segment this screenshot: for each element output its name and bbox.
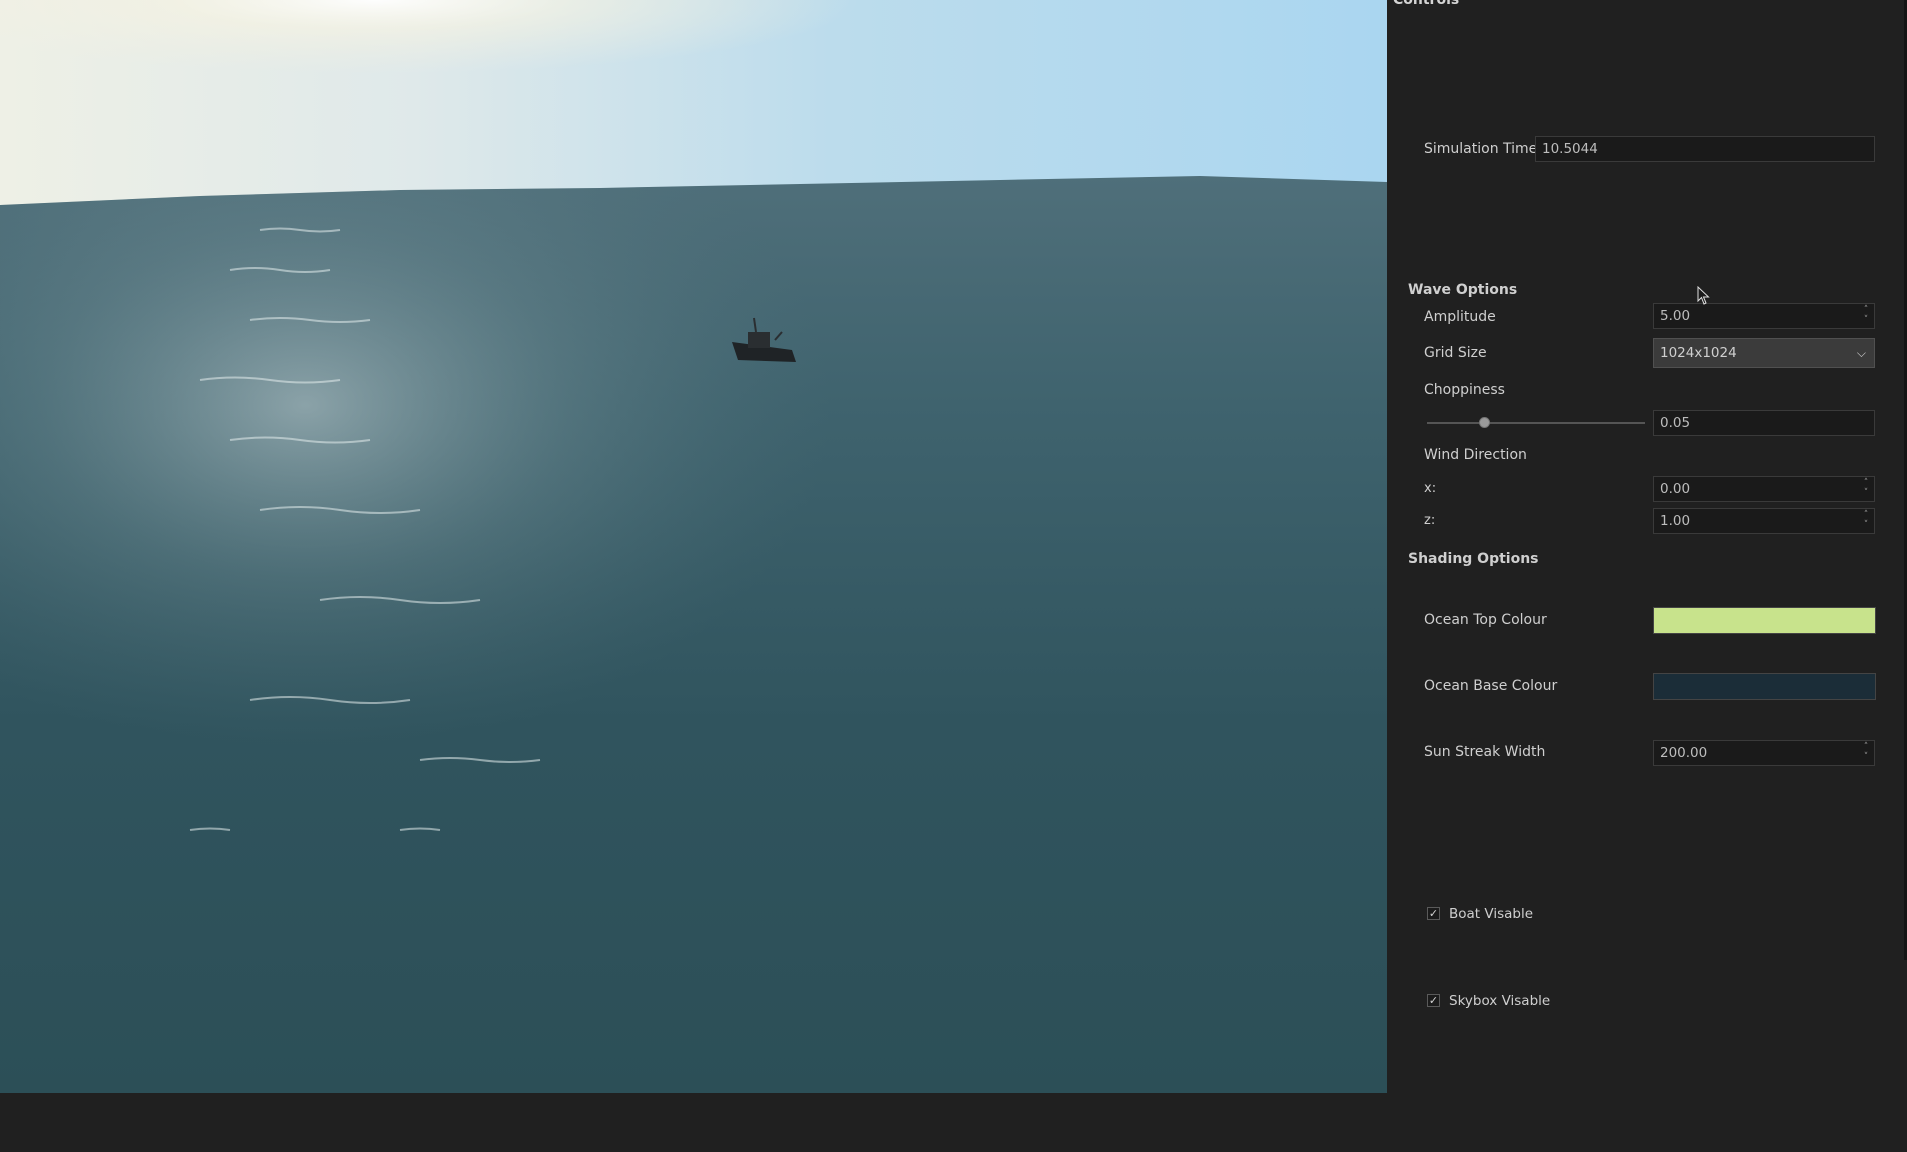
ocean-scene[interactable] xyxy=(0,0,1387,1093)
spin-down-icon[interactable]: ˅ xyxy=(1860,752,1872,762)
spin-up-icon[interactable]: ˄ xyxy=(1860,742,1872,752)
boat-visible-checkbox[interactable]: ✓ xyxy=(1427,907,1440,920)
ocean-top-colour-label: Ocean Top Colour xyxy=(1424,612,1547,628)
simulation-time-label: Simulation Time xyxy=(1424,141,1538,157)
boat-visible-label[interactable]: Boat Visable xyxy=(1449,906,1533,922)
ocean-base-colour-label: Ocean Base Colour xyxy=(1424,678,1558,694)
ocean-base-colour-swatch[interactable] xyxy=(1653,673,1876,700)
wind-z-spinbox[interactable]: 1.00 ˄ ˅ xyxy=(1653,508,1875,534)
wind-z-stepper[interactable]: ˄ ˅ xyxy=(1860,510,1872,532)
simulation-time-field[interactable]: 10.5044 xyxy=(1535,136,1875,162)
skybox-visible-checkbox[interactable]: ✓ xyxy=(1427,994,1440,1007)
grid-size-label: Grid Size xyxy=(1424,345,1487,361)
grid-size-value: 1024x1024 xyxy=(1660,345,1737,361)
amplitude-value: 5.00 xyxy=(1660,308,1691,324)
choppiness-field[interactable]: 0.05 xyxy=(1653,410,1875,436)
amplitude-spinbox[interactable]: 5.00 ˄ ˅ xyxy=(1653,303,1875,329)
amplitude-stepper[interactable]: ˄ ˅ xyxy=(1860,305,1872,327)
wind-z-label: z: xyxy=(1424,513,1436,528)
choppiness-slider-handle[interactable] xyxy=(1478,417,1490,428)
ocean-viewport[interactable] xyxy=(0,0,1387,1093)
spin-up-icon[interactable]: ˄ xyxy=(1860,478,1872,488)
sun-streak-width-value: 200.00 xyxy=(1660,745,1708,761)
wind-x-stepper[interactable]: ˄ ˅ xyxy=(1860,478,1872,500)
amplitude-label: Amplitude xyxy=(1424,309,1496,325)
spin-down-icon[interactable]: ˅ xyxy=(1860,488,1872,498)
sun-streak-width-stepper[interactable]: ˄ ˅ xyxy=(1860,742,1872,764)
skybox-visible-label[interactable]: Skybox Visable xyxy=(1449,993,1550,1009)
wave-options-heading: Wave Options xyxy=(1408,282,1518,298)
choppiness-slider[interactable] xyxy=(1427,422,1645,424)
wind-x-label: x: xyxy=(1424,481,1437,496)
panel-title: Controls xyxy=(1393,0,1460,8)
grid-size-select[interactable]: 1024x1024 ⌵ xyxy=(1653,338,1875,368)
sun-streak-width-spinbox[interactable]: 200.00 ˄ ˅ xyxy=(1653,740,1875,766)
wind-x-value: 0.00 xyxy=(1660,481,1691,497)
wind-x-spinbox[interactable]: 0.00 ˄ ˅ xyxy=(1653,476,1875,502)
spin-up-icon[interactable]: ˄ xyxy=(1860,305,1872,315)
spin-down-icon[interactable]: ˅ xyxy=(1860,520,1872,530)
controls-panel: Controls Simulation Time 10.5044 Wave Op… xyxy=(1387,0,1907,1093)
wind-direction-label: Wind Direction xyxy=(1424,447,1527,463)
spin-down-icon[interactable]: ˅ xyxy=(1860,315,1872,325)
status-bar xyxy=(0,1093,1907,1152)
mouse-cursor-icon xyxy=(1697,286,1710,305)
spin-up-icon[interactable]: ˄ xyxy=(1860,510,1872,520)
sun-streak-width-label: Sun Streak Width xyxy=(1424,744,1546,760)
wind-z-value: 1.00 xyxy=(1660,513,1691,529)
chevron-down-icon: ⌵ xyxy=(1856,346,1866,360)
choppiness-label: Choppiness xyxy=(1424,382,1505,398)
shading-options-heading: Shading Options xyxy=(1408,551,1539,567)
ocean-top-colour-swatch[interactable] xyxy=(1653,607,1876,634)
